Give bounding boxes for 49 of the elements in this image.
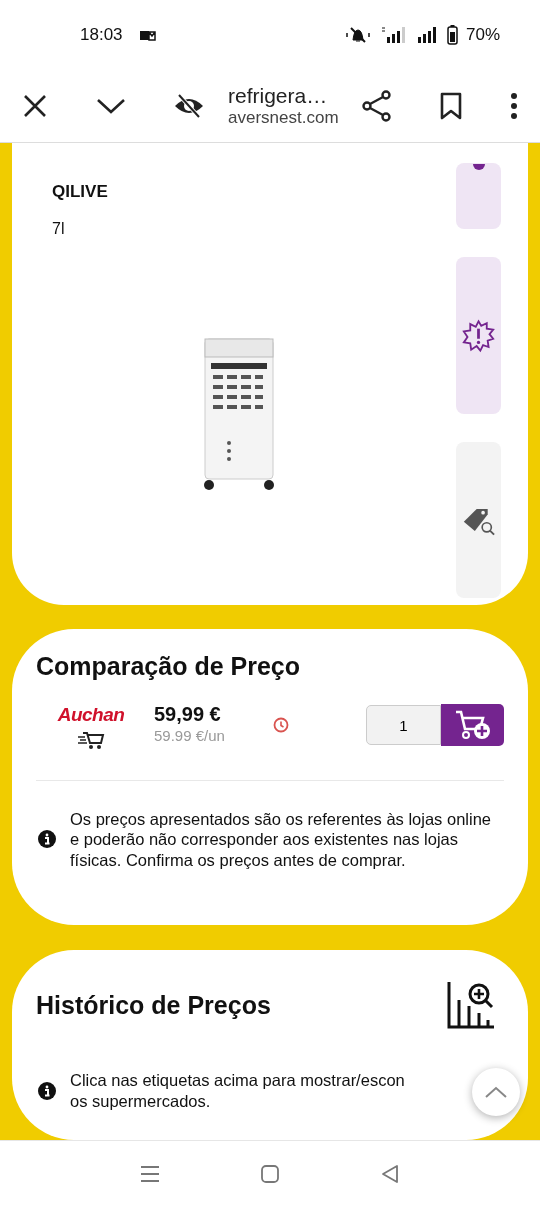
battery-level: 70% [465, 24, 500, 47]
home-button[interactable] [260, 1163, 280, 1184]
chevron-down-icon [96, 97, 126, 115]
notification-icon [138, 28, 156, 42]
chevron-up-icon [484, 1085, 508, 1099]
bookmark-icon [440, 92, 462, 120]
cart-plus-icon [453, 709, 492, 742]
alert-badge-icon [462, 317, 495, 354]
info-icon [38, 1081, 56, 1100]
store-logo: Auchan [57, 703, 125, 727]
share-icon [362, 90, 392, 122]
clock-time: 18:03 [80, 24, 123, 47]
side-tile-button[interactable] [456, 163, 501, 229]
history-notice: Clica nas etiquetas acima para mostrar/escon os supermercados. [70, 1070, 405, 1112]
menu-button[interactable] [510, 93, 518, 119]
chart-zoom-icon [446, 980, 496, 1030]
battery-icon [446, 25, 458, 45]
share-button[interactable] [362, 90, 392, 122]
unit-price: 59.99 €/un [154, 726, 225, 746]
eye-slash-icon [174, 93, 204, 119]
more-icon [510, 93, 518, 119]
side-tile-button[interactable] [456, 442, 501, 598]
signal-icon [416, 26, 439, 44]
page-title: refrigera… [228, 83, 329, 108]
close-button[interactable] [22, 93, 48, 119]
chart-zoom-button[interactable] [446, 980, 496, 1030]
close-icon [22, 93, 48, 119]
product-size: 7l [52, 218, 66, 239]
back-button[interactable] [380, 1163, 400, 1184]
price-notice: Os preços apresentados são os referentes às lojas online e poderão não corresponder aos existentes nas lojas físicas. Confirma os preços antes de comprar. [70, 808, 492, 871]
section-title: Histórico de Preços [36, 990, 271, 1020]
recent-apps-button[interactable] [140, 1164, 160, 1183]
menu-icon [140, 1164, 160, 1183]
home-square-icon [260, 1163, 280, 1184]
tracking-protection-button[interactable] [174, 93, 204, 119]
info-icon [38, 830, 56, 849]
clock-icon [272, 717, 289, 734]
back-triangle-icon [380, 1163, 400, 1184]
section-title: Comparação de Preço [36, 651, 301, 681]
offer-price: 59,99 € [154, 703, 222, 725]
add-to-cart-button[interactable] [441, 704, 504, 747]
muted-bell-icon [344, 26, 371, 44]
page-domain: aversnest.com [228, 107, 339, 129]
side-tile-button[interactable] [456, 257, 501, 414]
fast-cart-icon [77, 729, 105, 750]
bookmark-button[interactable] [440, 92, 462, 120]
quantity-field[interactable]: 1 [366, 705, 441, 746]
product-brand: QILIVE [52, 181, 109, 203]
minimize-button[interactable] [96, 97, 126, 115]
